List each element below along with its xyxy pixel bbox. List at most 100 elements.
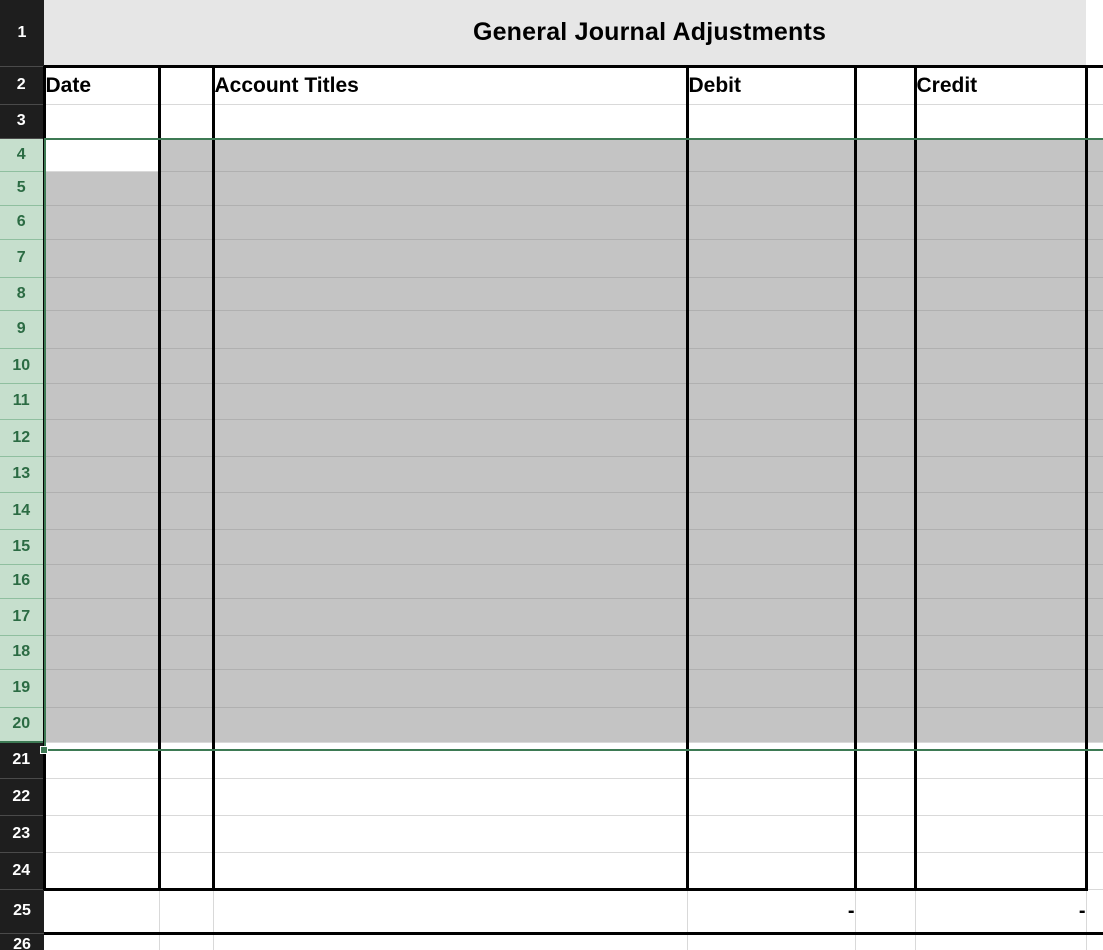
- cell-F6[interactable]: [915, 205, 1088, 240]
- cell-E4[interactable]: [855, 138, 917, 172]
- cell-E13[interactable]: [855, 456, 917, 493]
- cell-E23[interactable]: [855, 815, 917, 853]
- cell-E25[interactable]: [855, 889, 916, 935]
- cell-C19[interactable]: [213, 669, 689, 708]
- cell-G2[interactable]: [1086, 66, 1103, 105]
- cell-F20[interactable]: [915, 707, 1088, 743]
- cell-B3[interactable]: [159, 104, 215, 139]
- cell-F7[interactable]: [915, 239, 1088, 278]
- row-header-24[interactable]: 24: [0, 852, 44, 890]
- row-15[interactable]: 15: [0, 529, 1103, 565]
- cell-E14[interactable]: [855, 492, 917, 530]
- cell-G8[interactable]: [1086, 277, 1103, 311]
- cell-A15[interactable]: [42, 529, 161, 565]
- row-19[interactable]: 19: [0, 669, 1103, 708]
- row-26[interactable]: 26: [0, 933, 1103, 950]
- row-7[interactable]: 7: [0, 239, 1103, 278]
- cell-A19[interactable]: [42, 669, 161, 708]
- cell-B5[interactable]: [159, 171, 215, 206]
- cell-A25[interactable]: [44, 889, 160, 935]
- cell-F19[interactable]: [915, 669, 1088, 708]
- cell-D16[interactable]: [687, 564, 857, 599]
- cell-G14[interactable]: [1086, 492, 1103, 530]
- cell-D21[interactable]: [687, 742, 857, 779]
- header-col-e[interactable]: [855, 66, 917, 105]
- cell-A4-active[interactable]: [42, 138, 161, 172]
- cell-A24[interactable]: [42, 852, 161, 891]
- cell-F22[interactable]: [915, 778, 1088, 816]
- cell-F15[interactable]: [915, 529, 1088, 565]
- cell-A6[interactable]: [42, 205, 161, 240]
- cell-G25[interactable]: [1086, 889, 1103, 935]
- row-1[interactable]: 1 General Journal Adjustments: [0, 0, 1103, 68]
- cell-C22[interactable]: [213, 778, 689, 816]
- cell-B6[interactable]: [159, 205, 215, 240]
- row-header-21[interactable]: 21: [0, 742, 44, 779]
- cell-B8[interactable]: [159, 277, 215, 311]
- cell-F10[interactable]: [915, 348, 1088, 384]
- cell-G13[interactable]: [1086, 456, 1103, 493]
- cell-E8[interactable]: [855, 277, 917, 311]
- cell-G15[interactable]: [1086, 529, 1103, 565]
- cell-D22[interactable]: [687, 778, 857, 816]
- cell-F3[interactable]: [915, 104, 1088, 139]
- row-21[interactable]: 21: [0, 742, 1103, 779]
- row-3[interactable]: 3: [0, 104, 1103, 139]
- cell-G4[interactable]: [1086, 138, 1103, 172]
- cell-E11[interactable]: [855, 383, 917, 420]
- cell-A12[interactable]: [42, 419, 161, 457]
- cell-B23[interactable]: [159, 815, 215, 853]
- cell-F12[interactable]: [915, 419, 1088, 457]
- cell-E10[interactable]: [855, 348, 917, 384]
- cell-C24[interactable]: [213, 852, 689, 891]
- cell-F21[interactable]: [915, 742, 1088, 779]
- cell-G3[interactable]: [1086, 104, 1103, 139]
- row-header-20[interactable]: 20: [0, 707, 44, 743]
- row-header-16[interactable]: 16: [0, 564, 44, 599]
- cell-A14[interactable]: [42, 492, 161, 530]
- row-header-2[interactable]: 2: [0, 66, 44, 105]
- cell-F26[interactable]: [915, 933, 1087, 950]
- cell-E12[interactable]: [855, 419, 917, 457]
- cell-G5[interactable]: [1086, 171, 1103, 206]
- cell-C20[interactable]: [213, 707, 689, 743]
- header-credit[interactable]: Credit: [915, 66, 1088, 105]
- cell-G23[interactable]: [1086, 815, 1103, 853]
- row-header-22[interactable]: 22: [0, 778, 44, 816]
- cell-B17[interactable]: [159, 598, 215, 636]
- cell-C23[interactable]: [213, 815, 689, 853]
- cell-G7[interactable]: [1086, 239, 1103, 278]
- row-header-26[interactable]: 26: [0, 933, 44, 950]
- cell-D11[interactable]: [687, 383, 857, 420]
- cell-B14[interactable]: [159, 492, 215, 530]
- worksheet-grid[interactable]: 1 General Journal Adjustments 2 Date Acc…: [0, 0, 1103, 950]
- row-11[interactable]: 11: [0, 383, 1103, 420]
- cell-D8[interactable]: [687, 277, 857, 311]
- row-header-12[interactable]: 12: [0, 419, 44, 457]
- cell-C12[interactable]: [213, 419, 689, 457]
- cell-B21[interactable]: [159, 742, 215, 779]
- row-6[interactable]: 6: [0, 205, 1103, 240]
- cell-A18[interactable]: [42, 635, 161, 670]
- cell-A7[interactable]: [42, 239, 161, 278]
- row-header-3[interactable]: 3: [0, 104, 44, 139]
- cell-E7[interactable]: [855, 239, 917, 278]
- cell-D10[interactable]: [687, 348, 857, 384]
- header-date[interactable]: Date: [42, 66, 161, 105]
- cell-C14[interactable]: [213, 492, 689, 530]
- cell-A11[interactable]: [42, 383, 161, 420]
- cell-E22[interactable]: [855, 778, 917, 816]
- cell-C13[interactable]: [213, 456, 689, 493]
- row-25-totals[interactable]: 25 - -: [0, 889, 1103, 935]
- cell-G12[interactable]: [1086, 419, 1103, 457]
- cell-D5[interactable]: [687, 171, 857, 206]
- cell-G9[interactable]: [1086, 310, 1103, 349]
- cell-B25[interactable]: [159, 889, 214, 935]
- cell-A13[interactable]: [42, 456, 161, 493]
- row-2[interactable]: 2 Date Account Titles Debit Credit: [0, 66, 1103, 105]
- total-debit-value[interactable]: -: [687, 889, 856, 935]
- cell-C16[interactable]: [213, 564, 689, 599]
- cell-G10[interactable]: [1086, 348, 1103, 384]
- row-10[interactable]: 10: [0, 348, 1103, 384]
- cell-B26[interactable]: [159, 933, 214, 950]
